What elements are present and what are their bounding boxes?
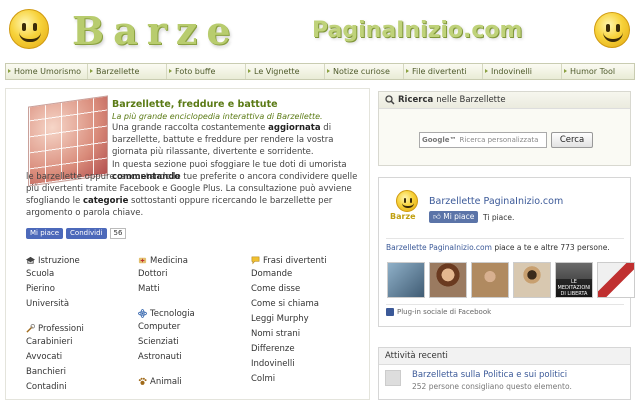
category-link[interactable]: Dottori: [138, 267, 195, 282]
divider: [386, 238, 624, 239]
fan-avatar[interactable]: [471, 262, 509, 298]
page-title: Barzellette, freddure e battute: [112, 99, 278, 110]
category-col-2: Medicina Dottori Matti Tecnologia Comput…: [138, 254, 195, 388]
category-animali[interactable]: Animali: [138, 375, 195, 388]
activity-count: 252 persone consigliano questo elemento.: [412, 382, 572, 391]
fan-faces: LE MEDITAZIONI DI LIBERTA: [387, 262, 635, 298]
fans-summary: Barzellette PaginaInizio.com piace a te …: [386, 243, 610, 252]
category-link[interactable]: Leggi Murphy: [251, 312, 327, 327]
thumbs-up-icon: 👍︎: [433, 212, 441, 221]
search-panel-header: Ricerca nelle Barzellette: [379, 92, 630, 109]
category-link[interactable]: Banchieri: [26, 365, 84, 380]
category-link[interactable]: Carabinieri: [26, 335, 84, 350]
like-status: Ti piace.: [483, 213, 515, 222]
category-link[interactable]: Matti: [138, 282, 195, 297]
smiley-logo-icon: [9, 9, 49, 49]
atom-icon: [138, 309, 147, 318]
nav-indovinelli[interactable]: Indovinelli: [483, 64, 562, 79]
page-avatar[interactable]: Barze: [390, 190, 424, 222]
category-frasi-divertenti[interactable]: Frasi divertenti: [251, 254, 327, 267]
fan-avatar[interactable]: [597, 262, 635, 298]
google-logo: Google™: [422, 136, 457, 144]
tools-icon: [26, 324, 35, 333]
medical-icon: [138, 257, 147, 264]
category-link[interactable]: Astronauti: [138, 350, 195, 365]
category-link[interactable]: Differenze: [251, 342, 327, 357]
category-professioni[interactable]: Professioni: [26, 322, 84, 335]
facebook-plugin-note[interactable]: Plug-in sociale di Facebook: [386, 308, 491, 316]
category-link[interactable]: Scienziati: [138, 335, 195, 350]
category-link[interactable]: Scuola: [26, 267, 84, 282]
nav-foto-buffe[interactable]: Foto buffe: [167, 64, 246, 79]
site-logo[interactable]: Barze: [72, 8, 240, 53]
share-count: 56: [109, 228, 127, 239]
intro-paragraph-1: Una grande raccolta costantemente aggior…: [112, 123, 334, 157]
category-link[interactable]: Colmi: [251, 372, 327, 387]
category-link[interactable]: Computer: [138, 320, 195, 335]
search-input[interactable]: Google™ Ricerca personalizzata: [419, 132, 547, 148]
category-tecnologia[interactable]: Tecnologia: [138, 307, 195, 320]
activity-thumbnail[interactable]: [385, 370, 401, 386]
nav-vignette[interactable]: Le Vignette: [246, 64, 325, 79]
category-link[interactable]: Indovinelli: [251, 357, 327, 372]
paginainizio-logo[interactable]: PaginaInizio.com: [312, 18, 522, 43]
speech-bubble-icon: [251, 256, 260, 265]
recent-activity: Attività recenti Barzelletta sulla Polit…: [378, 347, 631, 400]
category-link[interactable]: Come si chiama: [251, 297, 327, 312]
intro-paragraph-3: le barzellette oppure raccontando le tue…: [26, 172, 358, 218]
page-subtitle: La più grande enciclopedia interattiva d…: [112, 112, 323, 121]
search-button[interactable]: Cerca: [551, 132, 593, 148]
category-link[interactable]: Domande: [251, 267, 327, 282]
paw-icon: [138, 377, 147, 385]
social-buttons: Mi piace Condividi 56: [26, 228, 127, 239]
category-medicina[interactable]: Medicina: [138, 254, 195, 267]
fan-avatar[interactable]: [429, 262, 467, 298]
facebook-like-button[interactable]: Mi piace: [26, 228, 64, 239]
recent-activity-title: Attività recenti: [379, 348, 630, 365]
nav-humor-tool[interactable]: Humor Tool: [562, 64, 634, 79]
category-link[interactable]: Pierino: [26, 282, 84, 297]
smiley-icon: [396, 190, 418, 212]
fan-avatar[interactable]: LE MEDITAZIONI DI LIBERTA: [555, 262, 593, 298]
main-content: Barzellette, freddure e battute La più g…: [5, 88, 370, 400]
facebook-page-like-button[interactable]: 👍︎ Mi piace: [429, 211, 479, 223]
facebook-share-button[interactable]: Condividi: [66, 228, 107, 239]
fan-avatar[interactable]: [513, 262, 551, 298]
facebook-page-name[interactable]: Barzellette PaginaInizio.com: [429, 196, 563, 207]
nav-home-umorismo[interactable]: Home Umorismo: [6, 64, 88, 79]
nav-barzellette[interactable]: Barzellette: [88, 64, 167, 79]
category-link[interactable]: Università: [26, 297, 84, 312]
header: Barze PaginaInizio.com: [0, 0, 640, 60]
search-panel: Ricerca nelle Barzellette Google™ Ricerca…: [378, 91, 631, 166]
nav-file-divertenti[interactable]: File divertenti: [404, 64, 483, 79]
facebook-like-box: Barze Barzellette PaginaInizio.com 👍︎ Mi…: [378, 177, 635, 327]
category-link[interactable]: Avvocati: [26, 350, 84, 365]
facebook-icon: [386, 308, 394, 316]
fan-avatar[interactable]: [387, 262, 425, 298]
magnifier-icon: [385, 95, 395, 105]
graduation-cap-icon: [26, 256, 35, 264]
smiley-mascot-icon: [594, 12, 630, 48]
category-istruzione[interactable]: Istruzione: [26, 254, 84, 267]
category-col-3: Frasi divertenti Domande Come disse Come…: [251, 254, 327, 387]
category-link[interactable]: Nomi strani: [251, 327, 327, 342]
fans-page-link[interactable]: Barzellette PaginaInizio.com: [386, 243, 492, 252]
category-link[interactable]: Contadini: [26, 380, 84, 395]
main-nav: Home Umorismo Barzellette Foto buffe Le …: [5, 63, 635, 80]
category-link[interactable]: Come disse: [251, 282, 327, 297]
category-col-1: Istruzione Scuola Pierino Università Pro…: [26, 254, 84, 395]
activity-link[interactable]: Barzelletta sulla Politica e sui politic…: [412, 370, 567, 380]
divider: [386, 304, 624, 305]
nav-notizie-curiose[interactable]: Notize curiose: [325, 64, 404, 79]
